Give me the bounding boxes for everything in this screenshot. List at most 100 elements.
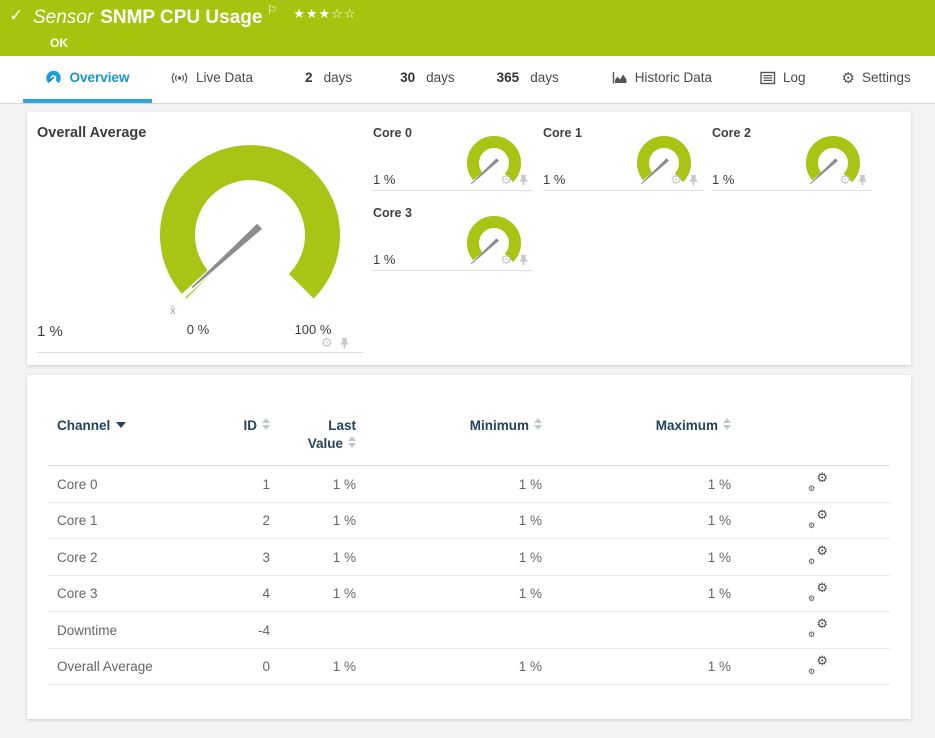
overall-average-gauge: x̄ [160, 145, 340, 317]
tab-30-days[interactable]: 30 days [400, 56, 455, 103]
area-chart-icon [612, 71, 627, 83]
gauge-icon [46, 70, 62, 84]
core-gauge-tools: ⚙ [500, 253, 529, 268]
table-row: Overall Average 0 1 % 1 % 1 % ⚙ ⚙ [48, 648, 890, 686]
channel-id: 1 [208, 465, 274, 503]
settings-gear-icon: ⚙ [841, 68, 855, 87]
gauge-settings-gear-icon[interactable]: ⚙ [500, 173, 512, 188]
overall-gauge-tools: ⚙ [321, 336, 350, 351]
tab-label: days [426, 70, 455, 85]
channel-id: 2 [208, 502, 274, 540]
channel-name[interactable]: Core 3 [48, 575, 208, 613]
pin-icon[interactable] [688, 174, 699, 187]
tab-label: Settings [861, 70, 911, 85]
core-label: Core 0 [373, 126, 412, 140]
channel-minimum: 1 % [360, 575, 546, 613]
gauge-settings-gear-icon[interactable]: ⚙ [500, 253, 512, 268]
channel-name[interactable]: Core 2 [48, 538, 208, 576]
pin-icon[interactable] [857, 174, 868, 187]
table-row: Core 0 1 1 % 1 % 1 % ⚙ ⚙ [48, 465, 890, 503]
sort-icon [262, 418, 270, 430]
table-header-row: Channel ID Last Value Minimum Maximum [48, 417, 890, 467]
stars-empty[interactable]: ☆☆ [331, 7, 356, 22]
channel-maximum: 1 % [546, 575, 735, 613]
channel-settings-gears-icon[interactable]: ⚙ ⚙ [808, 544, 828, 566]
channel-settings-gears-icon[interactable]: ⚙ ⚙ [808, 508, 828, 530]
priority-flag-icon[interactable]: ⚐ [266, 3, 277, 17]
channel-name[interactable]: Core 0 [48, 465, 208, 503]
tab-log[interactable]: Log [760, 56, 806, 103]
channel-table: Channel ID Last Value Minimum Maximum Cor… [48, 417, 890, 686]
tab-label: Historic Data [634, 70, 712, 85]
channel-maximum [546, 611, 735, 649]
channel-last-value: 1 % [274, 575, 360, 613]
gauge-settings-gear-icon[interactable]: ⚙ [839, 173, 851, 188]
column-header-actions [735, 417, 890, 467]
channel-id: 0 [208, 648, 274, 686]
channel-minimum: 1 % [360, 538, 546, 576]
channel-settings-gears-icon[interactable]: ⚙ ⚙ [808, 471, 828, 493]
core-value: 1 % [373, 172, 396, 187]
core-gauge-tools: ⚙ [839, 173, 868, 188]
priority-stars[interactable]: ★★★☆☆ [293, 7, 356, 22]
channel-maximum: 1 % [546, 502, 735, 540]
stars-filled[interactable]: ★★★ [293, 7, 331, 22]
pin-icon[interactable] [518, 174, 529, 187]
core-gauge-tools: ⚙ [670, 173, 699, 188]
tab-overview[interactable]: Overview [23, 56, 152, 103]
status-badge: OK [50, 36, 68, 50]
core-value: 1 % [373, 252, 396, 267]
log-list-icon [760, 71, 776, 84]
core-3-gauge-cell: Core 3 1 % ⚙ [373, 206, 533, 271]
tab-label: days [530, 70, 559, 85]
tab-number: 2 [305, 70, 313, 85]
channel-name[interactable]: Overall Average [48, 648, 208, 686]
column-header-maximum[interactable]: Maximum [546, 417, 735, 467]
channel-settings-gears-icon[interactable]: ⚙ ⚙ [808, 581, 828, 603]
channel-minimum: 1 % [360, 465, 546, 503]
core-0-gauge-cell: Core 0 1 % ⚙ [373, 126, 533, 191]
column-header-channel[interactable]: Channel [48, 417, 208, 467]
tab-2-days[interactable]: 2 days [305, 56, 352, 103]
tab-365-days[interactable]: 365 days [497, 56, 559, 103]
channel-name[interactable]: Downtime [48, 611, 208, 649]
channel-id: 3 [208, 538, 274, 576]
core-label: Core 1 [543, 126, 582, 140]
channel-id: -4 [208, 611, 274, 649]
gauge-settings-gear-icon[interactable]: ⚙ [321, 336, 333, 351]
tab-label: Overview [69, 70, 130, 85]
channel-maximum: 1 % [546, 538, 735, 576]
core-label: Core 2 [712, 126, 751, 140]
tab-historic-data[interactable]: Historic Data [612, 56, 712, 103]
live-broadcast-icon [171, 72, 188, 83]
table-row: Downtime -4 ⚙ ⚙ [48, 611, 890, 649]
channel-name[interactable]: Core 1 [48, 502, 208, 540]
sensor-name: SNMP CPU Usage [100, 7, 263, 28]
channel-id: 4 [208, 575, 274, 613]
channel-maximum: 1 % [546, 648, 735, 686]
gauge-max-label: 100 % [294, 322, 332, 337]
core-value: 1 % [712, 172, 735, 187]
tab-label: Live Data [196, 70, 254, 85]
channel-last-value: 1 % [274, 648, 360, 686]
channel-settings-gears-icon[interactable]: ⚙ ⚙ [808, 654, 828, 676]
page-title: Sensor SNMP CPU Usage ⚐ ★★★☆☆ [33, 3, 357, 29]
channel-last-value: 1 % [274, 502, 360, 540]
core-gauge-tools: ⚙ [500, 173, 529, 188]
column-header-id[interactable]: ID [208, 417, 274, 467]
pin-icon[interactable] [339, 337, 350, 350]
tab-number: 30 [400, 70, 416, 85]
channel-maximum: 1 % [546, 465, 735, 503]
pin-icon[interactable] [518, 254, 529, 267]
column-header-last-value[interactable]: Last Value [274, 417, 360, 467]
overall-average-label: Overall Average [37, 125, 147, 141]
sort-icon [723, 418, 731, 430]
table-row: Core 3 4 1 % 1 % 1 % ⚙ ⚙ [48, 575, 890, 613]
object-kind-label: Sensor [33, 7, 94, 28]
channel-settings-gears-icon[interactable]: ⚙ ⚙ [808, 617, 828, 639]
gauge-settings-gear-icon[interactable]: ⚙ [670, 173, 682, 188]
column-header-minimum[interactable]: Minimum [360, 417, 546, 467]
sensor-header: ✓ Sensor SNMP CPU Usage ⚐ ★★★☆☆ OK [0, 0, 935, 56]
tab-settings[interactable]: ⚙ Settings [842, 56, 911, 103]
tab-live-data[interactable]: Live Data [170, 56, 253, 103]
